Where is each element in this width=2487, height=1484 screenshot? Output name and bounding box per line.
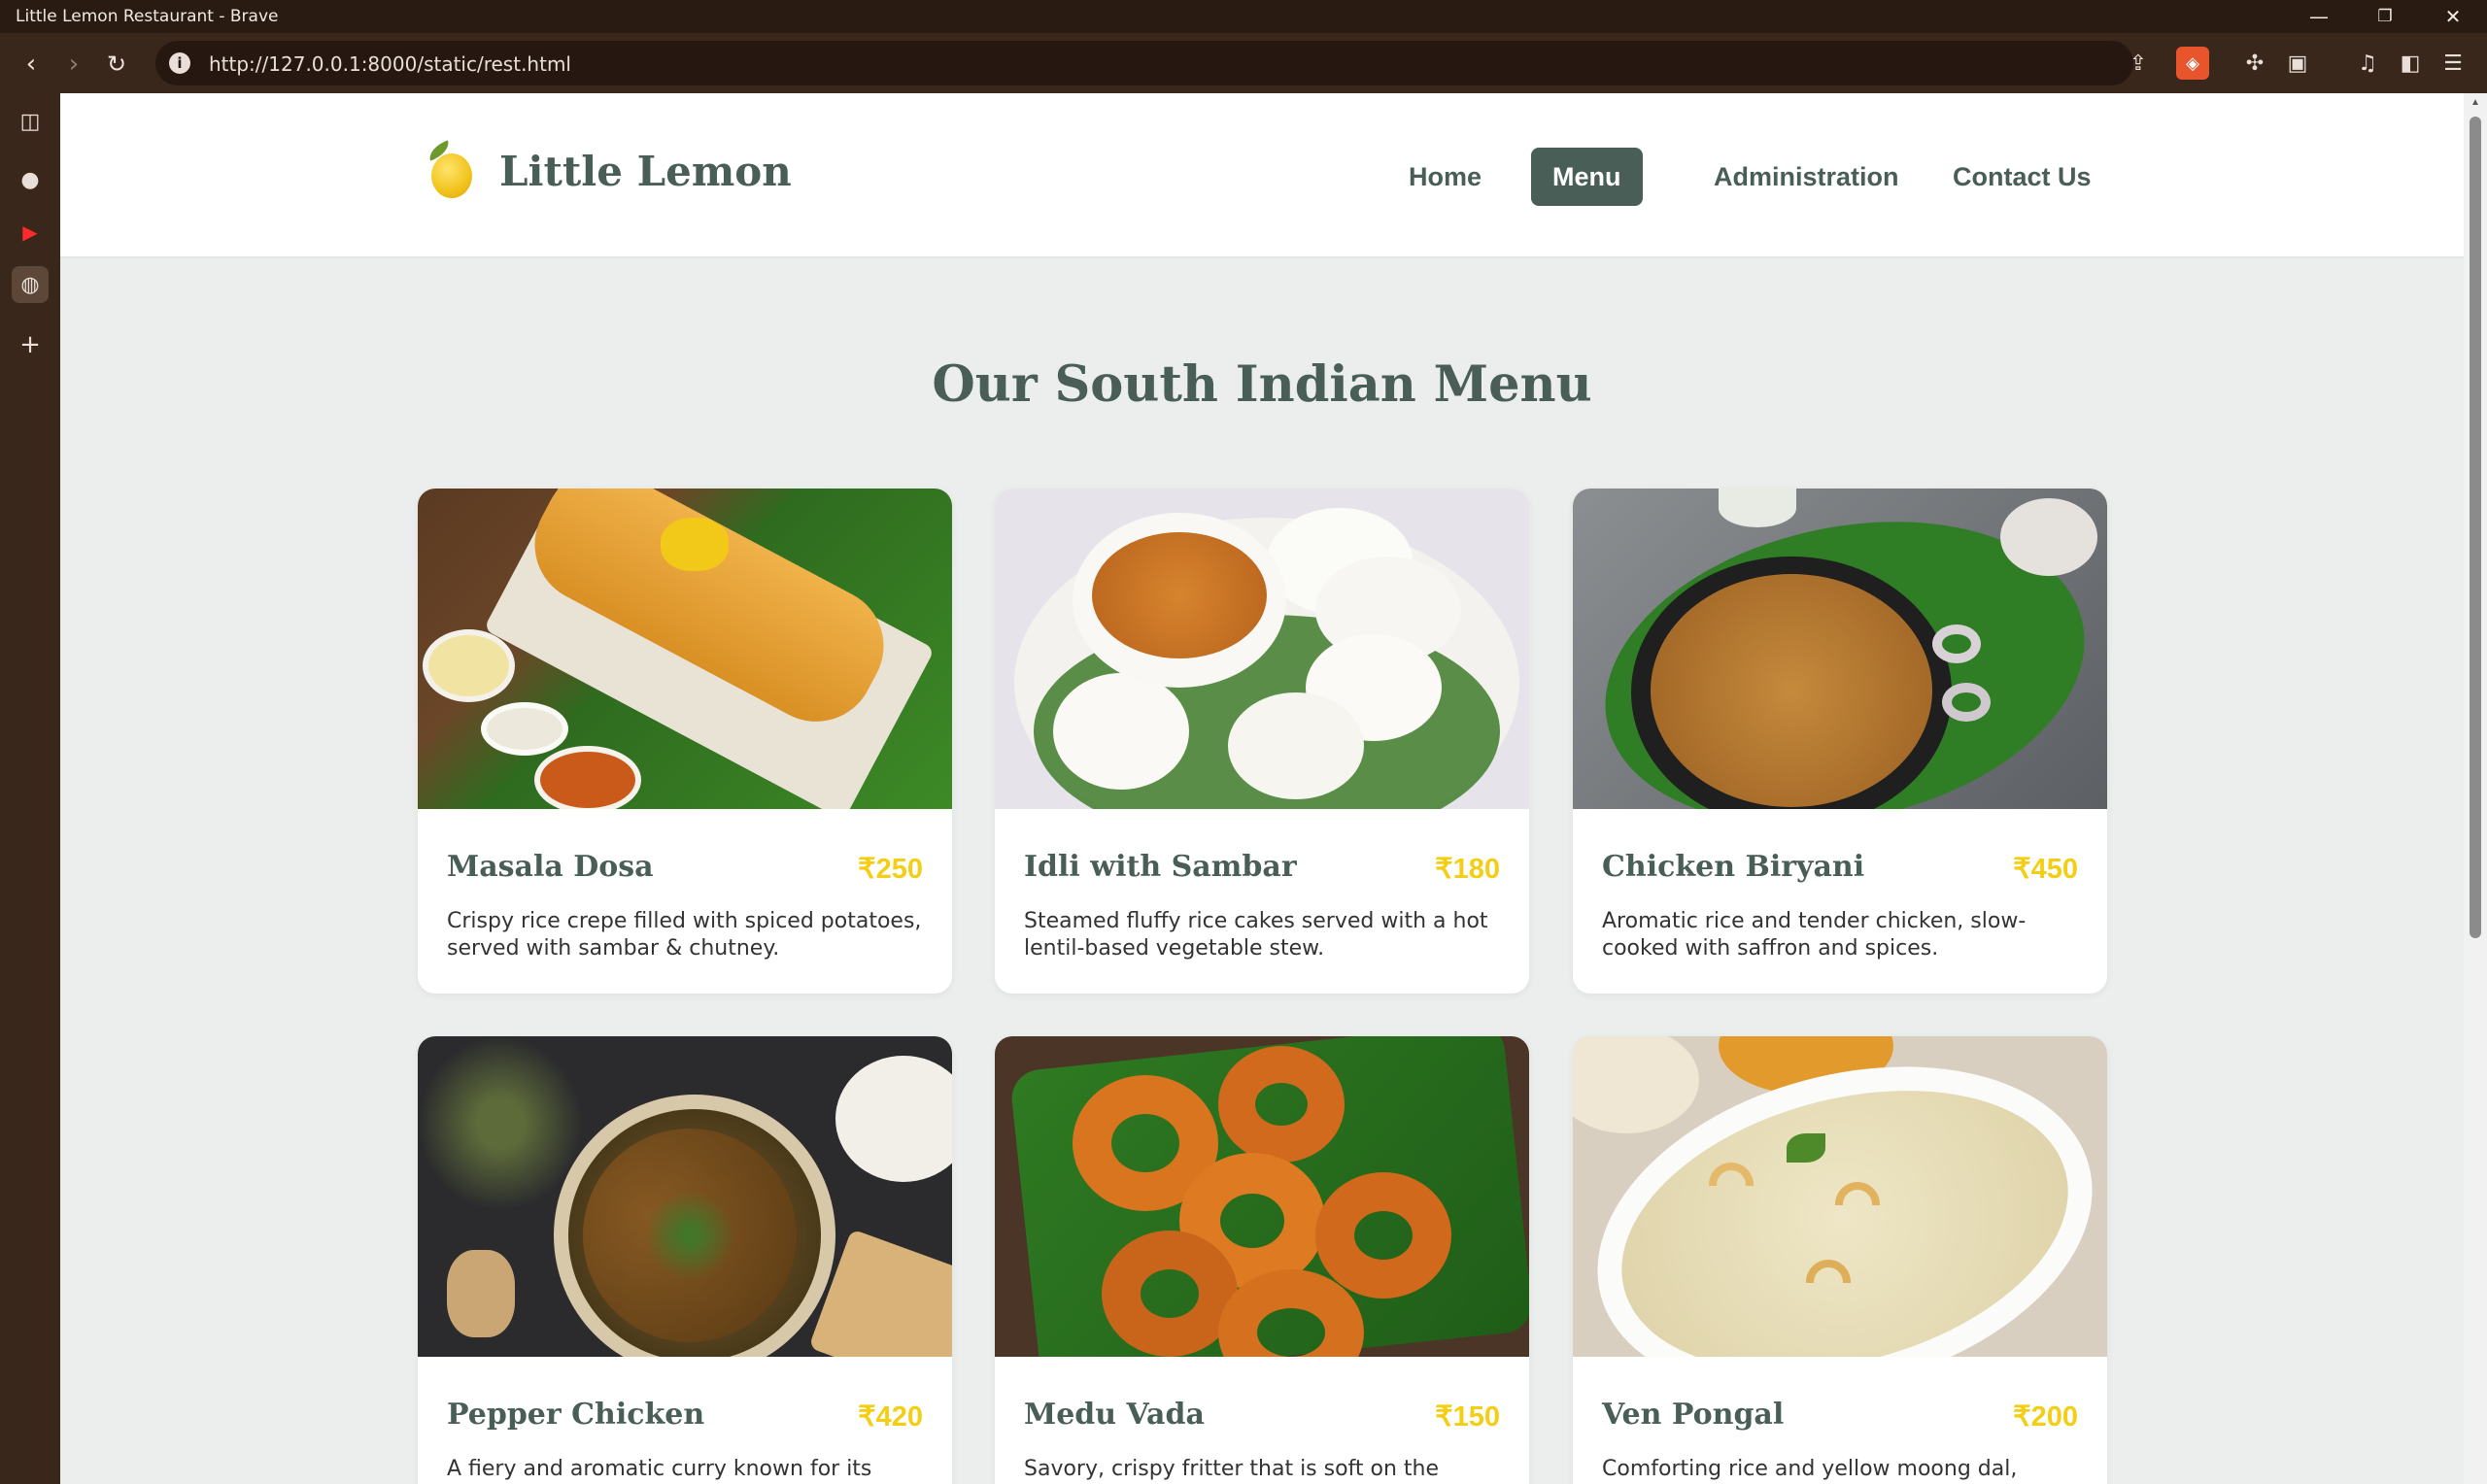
scroll-up-icon[interactable]: ▲ [2470,97,2481,109]
dish-price: ₹180 [1435,854,1500,885]
dish-name: Masala Dosa [447,850,654,884]
menu-card[interactable]: Ven Pongal ₹200 Comforting rice and yell… [1573,1036,2107,1484]
menu-icon[interactable]: ☰ [2436,47,2470,80]
dish-name: Chicken Biryani [1602,850,1865,884]
dish-description: Steamed fluffy rice cakes served with a … [1024,909,1488,961]
browser-toolbar: ‹ › ↻ i http://127.0.0.1:8000/static/res… [0,33,2487,93]
dish-description: Savory, crispy fritter that is soft on t… [1024,1457,1440,1481]
chicken-biryani-image [1573,489,2107,809]
window-titlebar: Little Lemon Restaurant - Brave — ❐ ✕ [0,0,2487,33]
back-icon[interactable]: ‹ [12,45,51,84]
dish-description: A fiery and aromatic curry known for its… [447,1457,872,1481]
dish-price: ₹150 [1435,1401,1500,1433]
minimize-button[interactable]: — [2285,0,2353,33]
ven-pongal-image [1573,1036,2107,1357]
sidebar-panel-icon[interactable]: ◫ [12,103,49,140]
site-header: Little Lemon Home Menu Administration Co… [60,93,2464,258]
lemon-icon [426,140,472,198]
page-scrollbar[interactable]: ▲ [2464,93,2487,1484]
menu-card[interactable]: Medu Vada ₹150 Savory, crispy fritter th… [995,1036,1529,1484]
github-icon[interactable]: ● [12,161,49,198]
sidebar-toggle-icon[interactable]: ◧ [2394,47,2427,80]
web-panel-icon[interactable]: ◍ [12,266,49,303]
add-panel-icon[interactable]: + [12,326,49,363]
window-title: Little Lemon Restaurant - Brave [16,7,279,26]
idli-sambar-image [995,489,1529,809]
nav-administration[interactable]: Administration [1692,148,1921,206]
reader-icon[interactable]: ▣ [2281,47,2314,80]
dish-price: ₹250 [858,854,923,885]
nav-home[interactable]: Home [1387,148,1503,206]
close-button[interactable]: ✕ [2419,0,2487,33]
forward-icon[interactable]: › [54,45,93,84]
menu-card[interactable]: Masala Dosa ₹250 Crispy rice crepe fille… [418,489,952,994]
reload-icon[interactable]: ↻ [97,45,136,84]
restore-button[interactable]: ❐ [2351,0,2419,33]
site-logo[interactable]: Little Lemon [426,140,792,198]
brave-shields-icon[interactable]: ◈ [2176,47,2209,80]
nav-menu[interactable]: Menu [1531,148,1643,206]
dish-name: Pepper Chicken [447,1398,705,1432]
masala-dosa-image [418,489,952,809]
dish-name: Medu Vada [1024,1398,1205,1432]
dish-price: ₹200 [2013,1401,2078,1433]
brand-name: Little Lemon [499,147,792,195]
dish-name: Ven Pongal [1602,1398,1785,1432]
medu-vada-image [995,1036,1529,1357]
nav-contact-us[interactable]: Contact Us [1931,148,2113,206]
address-bar[interactable]: i http://127.0.0.1:8000/static/rest.html [155,41,2133,85]
url-text[interactable]: http://127.0.0.1:8000/static/rest.html [209,52,571,76]
share-icon[interactable]: ⇪ [2122,47,2155,80]
scrollbar-thumb[interactable] [2470,117,2481,938]
browser-sidebar: ◫ ● ▶ ◍ + [0,93,60,1484]
media-icon[interactable]: ♫ [2351,47,2384,80]
dish-description: Aromatic rice and tender chicken, slow-c… [1602,909,2027,961]
dish-description: Comforting rice and yellow moong dal, [1602,1457,2018,1481]
menu-card[interactable]: Chicken Biryani ₹450 Aromatic rice and t… [1573,489,2107,994]
dish-description: Crispy rice crepe filled with spiced pot… [447,909,922,961]
menu-card[interactable]: Pepper Chicken ₹420 A fiery and aromatic… [418,1036,952,1484]
web-page: Little Lemon Home Menu Administration Co… [60,93,2464,1484]
dish-name: Idli with Sambar [1024,850,1297,884]
youtube-icon[interactable]: ▶ [12,214,49,251]
dish-price: ₹450 [2013,854,2078,885]
extensions-icon[interactable]: ✣ [2238,47,2271,80]
menu-card[interactable]: Idli with Sambar ₹180 Steamed fluffy ric… [995,489,1529,994]
dish-price: ₹420 [858,1401,923,1433]
site-info-icon[interactable]: i [169,52,190,74]
pepper-chicken-image [418,1036,952,1357]
page-title: Our South Indian Menu [932,355,1592,414]
